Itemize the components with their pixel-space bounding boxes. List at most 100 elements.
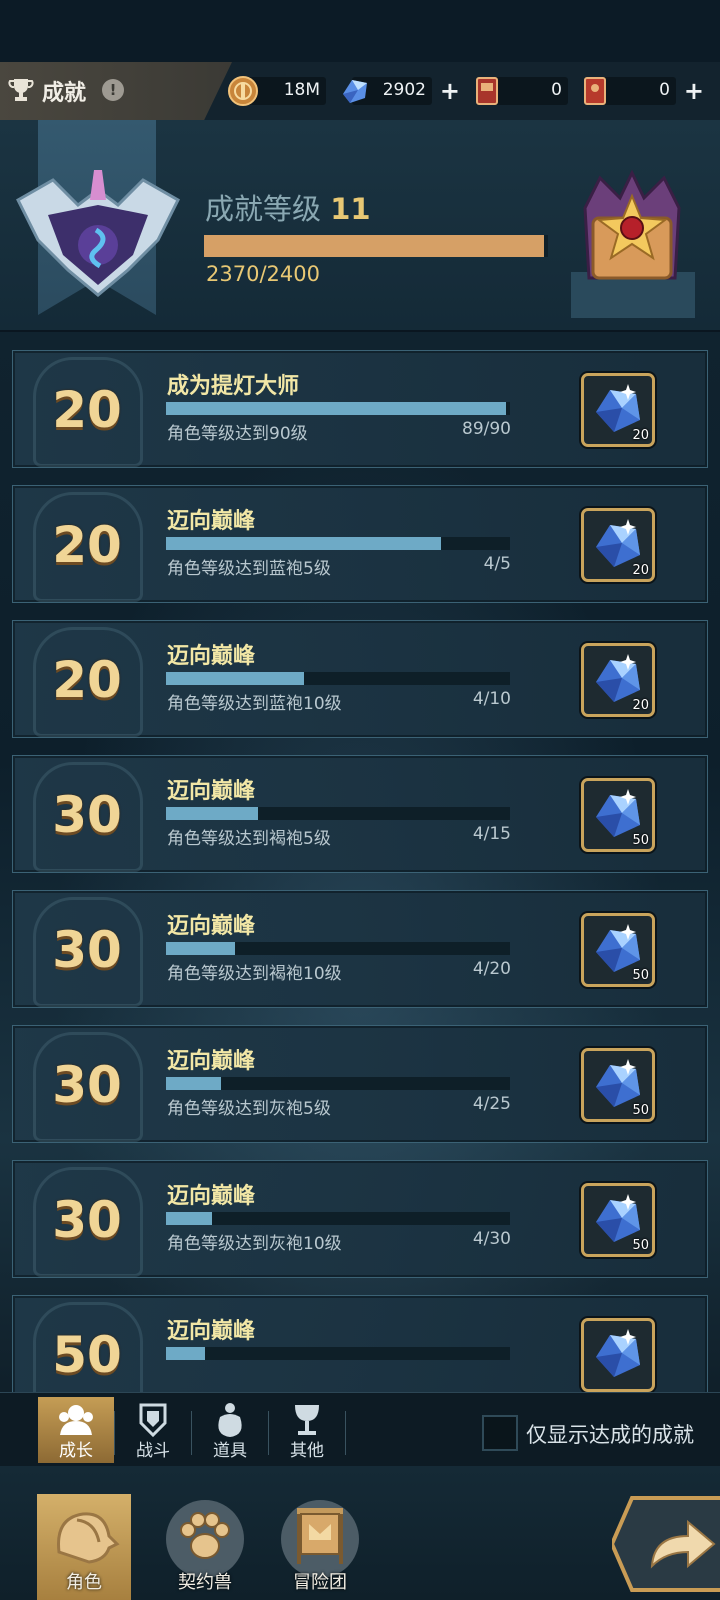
achievement-title: 迈向巅峰 (167, 1184, 256, 1209)
tab-label: 其他 (290, 1441, 324, 1461)
nav-pets[interactable]: 契约兽 (158, 1494, 252, 1600)
item-bag-icon (218, 1403, 242, 1437)
achievement-title: 迈向巅峰 (167, 1049, 256, 1074)
achieved-only-checkbox[interactable] (482, 1415, 518, 1451)
achievement-card[interactable]: 30 迈向巅峰 角色等级达到褐袍10级 4/20 50 (12, 890, 708, 1008)
top-bar: 成就 ! 18M 2902 + 0 0 + (0, 62, 720, 120)
achievement-description: 角色等级达到褐袍10级 (167, 964, 342, 984)
achieved-only-label[interactable]: 仅显示达成的成就 (526, 1419, 694, 1449)
achievement-card[interactable]: 30 迈向巅峰 角色等级达到灰袍5级 4/25 50 (12, 1025, 708, 1143)
achievement-count: 4/10 (472, 689, 511, 709)
achievement-count: 4/20 (472, 959, 511, 979)
achievement-points: 30 (52, 921, 122, 979)
nav-label: 角色 (66, 1572, 102, 1593)
reward-quantity: 20 (632, 698, 649, 713)
achievement-progress-fill (166, 807, 258, 820)
level-title: 成就等级 11 (205, 186, 371, 228)
achievement-card[interactable]: 30 迈向巅峰 角色等级达到褐袍5级 4/15 50 (12, 755, 708, 873)
rank-emblem-icon (16, 170, 180, 297)
add-crystal-button[interactable]: + (440, 77, 460, 105)
achievement-progress-fill (166, 1077, 222, 1090)
achievement-description: 角色等级达到灰袍10级 (167, 1234, 342, 1254)
add-card-button[interactable]: + (684, 77, 704, 105)
reward-slot[interactable]: 20 (581, 508, 655, 582)
level-number: 11 (330, 192, 371, 226)
gold-value: 18M (283, 80, 320, 100)
achievement-points: 20 (52, 516, 122, 574)
character-helmet-icon (57, 1512, 120, 1564)
bottom-nav: 角色 契约兽 冒险团 (0, 1466, 720, 1600)
page-title: 成就 (42, 81, 87, 106)
achievement-card[interactable]: 20 迈向巅峰 角色等级达到蓝袍5级 4/5 20 (12, 485, 708, 603)
achievement-card[interactable]: 20 迈向巅峰 角色等级达到蓝袍10级 4/10 20 (12, 620, 708, 738)
achievement-title: 迈向巅峰 (167, 644, 256, 669)
level-progress-fill (204, 235, 544, 257)
achievement-count: 89/90 (462, 419, 511, 439)
achievement-progress-bar (166, 672, 510, 685)
achievement-card[interactable]: 30 迈向巅峰 角色等级达到灰袍10级 4/30 50 (12, 1160, 708, 1278)
achievement-points: 30 (52, 786, 122, 844)
achievement-description: 角色等级达到90级 (167, 424, 308, 444)
achievement-card[interactable]: 50 迈向巅峰 (12, 1295, 708, 1392)
achievement-title: 迈向巅峰 (167, 779, 256, 804)
achievement-progress-fill (166, 402, 507, 415)
achievement-points: 30 (52, 1191, 122, 1249)
tab-growth[interactable]: 成长 (38, 1397, 114, 1463)
info-icon[interactable]: ! (102, 79, 124, 101)
reward-quantity: 20 (632, 563, 649, 578)
resource-ticket: 0 (476, 77, 568, 105)
achievement-progress-bar (166, 1212, 510, 1225)
achievement-card[interactable]: 20 成为提灯大师 角色等级达到90级 89/90 20 (12, 350, 708, 468)
achievement-progress-fill (166, 672, 304, 685)
reward-quantity: 50 (632, 1103, 649, 1118)
achievement-title: 迈向巅峰 (167, 509, 256, 534)
nav-label: 冒险团 (293, 1572, 347, 1593)
guild-banner-icon (297, 1508, 343, 1564)
ticket-value: 0 (551, 80, 562, 100)
reward-quantity: 20 (632, 428, 649, 443)
achievement-progress-fill (166, 1212, 212, 1225)
tab-other[interactable]: 其他 (269, 1397, 345, 1463)
red-card-icon (584, 77, 606, 105)
growth-icon (59, 1405, 93, 1435)
reward-slot[interactable]: 50 (581, 913, 655, 987)
level-reward-chest-icon[interactable] (575, 168, 689, 286)
goblet-icon (295, 1405, 319, 1435)
red-ticket-icon (476, 77, 498, 105)
blue-crystal-icon (343, 80, 367, 103)
achievement-count: 4/25 (472, 1094, 511, 1114)
achievement-count: 4/15 (472, 824, 511, 844)
divider (345, 1411, 346, 1455)
achievement-points: 50 (52, 1326, 122, 1384)
nav-label: 契约兽 (178, 1572, 232, 1593)
level-progress-text: 2370/2400 (206, 262, 320, 286)
achievement-title: 成为提灯大师 (167, 374, 300, 399)
title-chip: 成就 ! (0, 62, 232, 120)
achievement-points: 20 (52, 381, 122, 439)
tab-battle[interactable]: 战斗 (115, 1397, 191, 1463)
achievement-count: 4/5 (483, 554, 511, 574)
tab-label: 道具 (213, 1441, 247, 1461)
crystal-value: 2902 (382, 80, 426, 100)
reward-slot[interactable]: 50 (581, 778, 655, 852)
reward-slot[interactable]: 20 (581, 373, 655, 447)
achievement-description: 角色等级达到灰袍5级 (167, 1099, 331, 1119)
nav-guild[interactable]: 冒险团 (273, 1494, 367, 1600)
achievement-progress-bar (166, 1077, 510, 1090)
reward-slot[interactable]: 50 (581, 1183, 655, 1257)
achievement-level-panel: 成就等级 11 2370/2400 (0, 120, 720, 332)
reward-slot[interactable]: 20 (581, 643, 655, 717)
tab-items[interactable]: 道具 (192, 1397, 268, 1463)
nav-character[interactable]: 角色 (37, 1494, 131, 1600)
achievement-list[interactable]: 20 成为提灯大师 角色等级达到90级 89/90 20 20 迈向巅峰 角色等… (0, 330, 720, 1392)
level-label: 成就等级 (205, 192, 322, 226)
resource-card: 0 + (584, 77, 704, 105)
forward-arrow-button[interactable] (612, 1492, 720, 1596)
achievement-progress-fill (166, 537, 442, 550)
achievement-progress-fill (166, 942, 235, 955)
reward-slot[interactable]: 50 (581, 1048, 655, 1122)
achievement-points: 20 (52, 651, 122, 709)
reward-slot[interactable] (581, 1318, 655, 1392)
achievement-points: 30 (52, 1056, 122, 1114)
achievement-title: 迈向巅峰 (167, 914, 256, 939)
